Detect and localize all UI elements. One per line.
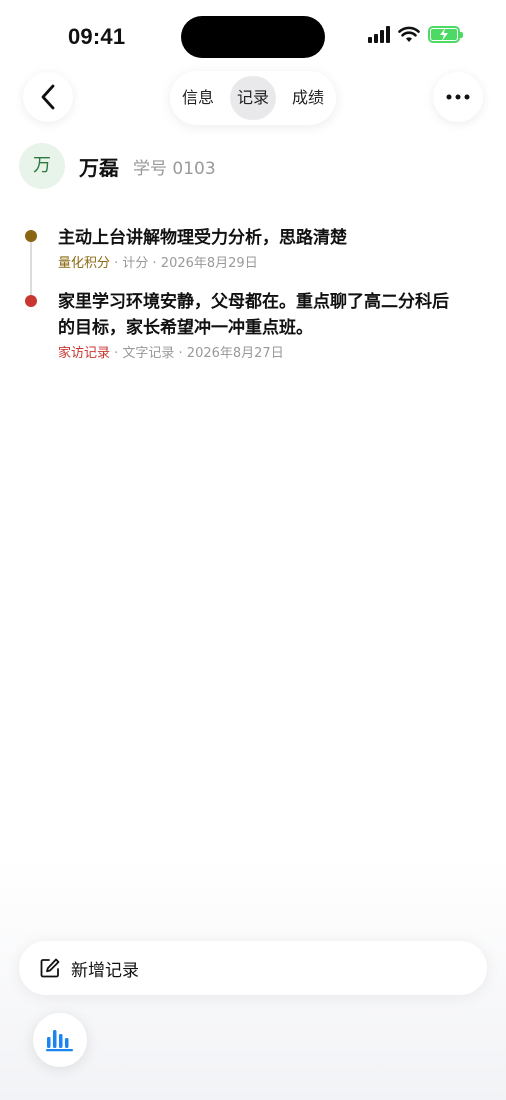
bar-chart-icon <box>46 1030 73 1052</box>
record-title: 家里学习环境安静，父母都在。重点聊了高二分科后的目标，家长希望冲一冲重点班。 <box>58 292 449 338</box>
edit-icon <box>40 958 60 978</box>
status-time: 09:41 <box>68 24 126 49</box>
status-bar: 09:41 <box>0 0 506 70</box>
more-button[interactable] <box>433 72 483 122</box>
chevron-left-icon <box>41 84 55 110</box>
battery-icon <box>428 26 463 43</box>
record-item[interactable]: 主动上台讲解物理受力分析，思路清楚 量化积分 · 计分 · 2026年8月29日 <box>58 225 458 271</box>
student-header: 万 万磊 学号 0103 <box>19 142 216 190</box>
tab-grades[interactable]: 成绩 <box>286 76 330 120</box>
wifi-icon <box>398 26 420 42</box>
timeline-dot <box>25 230 37 242</box>
timeline-line <box>30 240 32 300</box>
status-icons <box>368 26 463 43</box>
record-detail: · 文字记录 · 2026年8月27日 <box>110 346 284 361</box>
record-title: 主动上台讲解物理受力分析，思路清楚 <box>58 228 347 248</box>
student-name: 万磊 <box>79 155 119 180</box>
avatar: 万 <box>19 143 65 189</box>
stats-button[interactable] <box>33 1013 87 1067</box>
dynamic-island <box>181 16 325 58</box>
record-meta: 量化积分 · 计分 · 2026年8月29日 <box>58 252 458 271</box>
record-detail: · 计分 · 2026年8月29日 <box>110 256 258 271</box>
timeline-dot <box>25 295 37 307</box>
signal-icon <box>368 26 390 43</box>
student-id: 学号 0103 <box>133 158 216 179</box>
record-meta: 家访记录 · 文字记录 · 2026年8月27日 <box>58 342 458 361</box>
ellipsis-icon <box>446 94 470 100</box>
record-category: 家访记录 <box>58 346 111 361</box>
segmented-tabs: 信息 记录 成绩 <box>170 71 336 125</box>
add-record-label: 新增记录 <box>71 960 139 981</box>
record-item[interactable]: 家里学习环境安静，父母都在。重点聊了高二分科后的目标，家长希望冲一冲重点班。 家… <box>58 289 458 361</box>
back-button[interactable] <box>23 72 73 122</box>
tab-records[interactable]: 记录 <box>230 76 276 120</box>
record-category: 量化积分 <box>58 256 111 271</box>
add-record-button[interactable]: 新增记录 <box>19 941 487 995</box>
tab-info[interactable]: 信息 <box>176 76 220 120</box>
